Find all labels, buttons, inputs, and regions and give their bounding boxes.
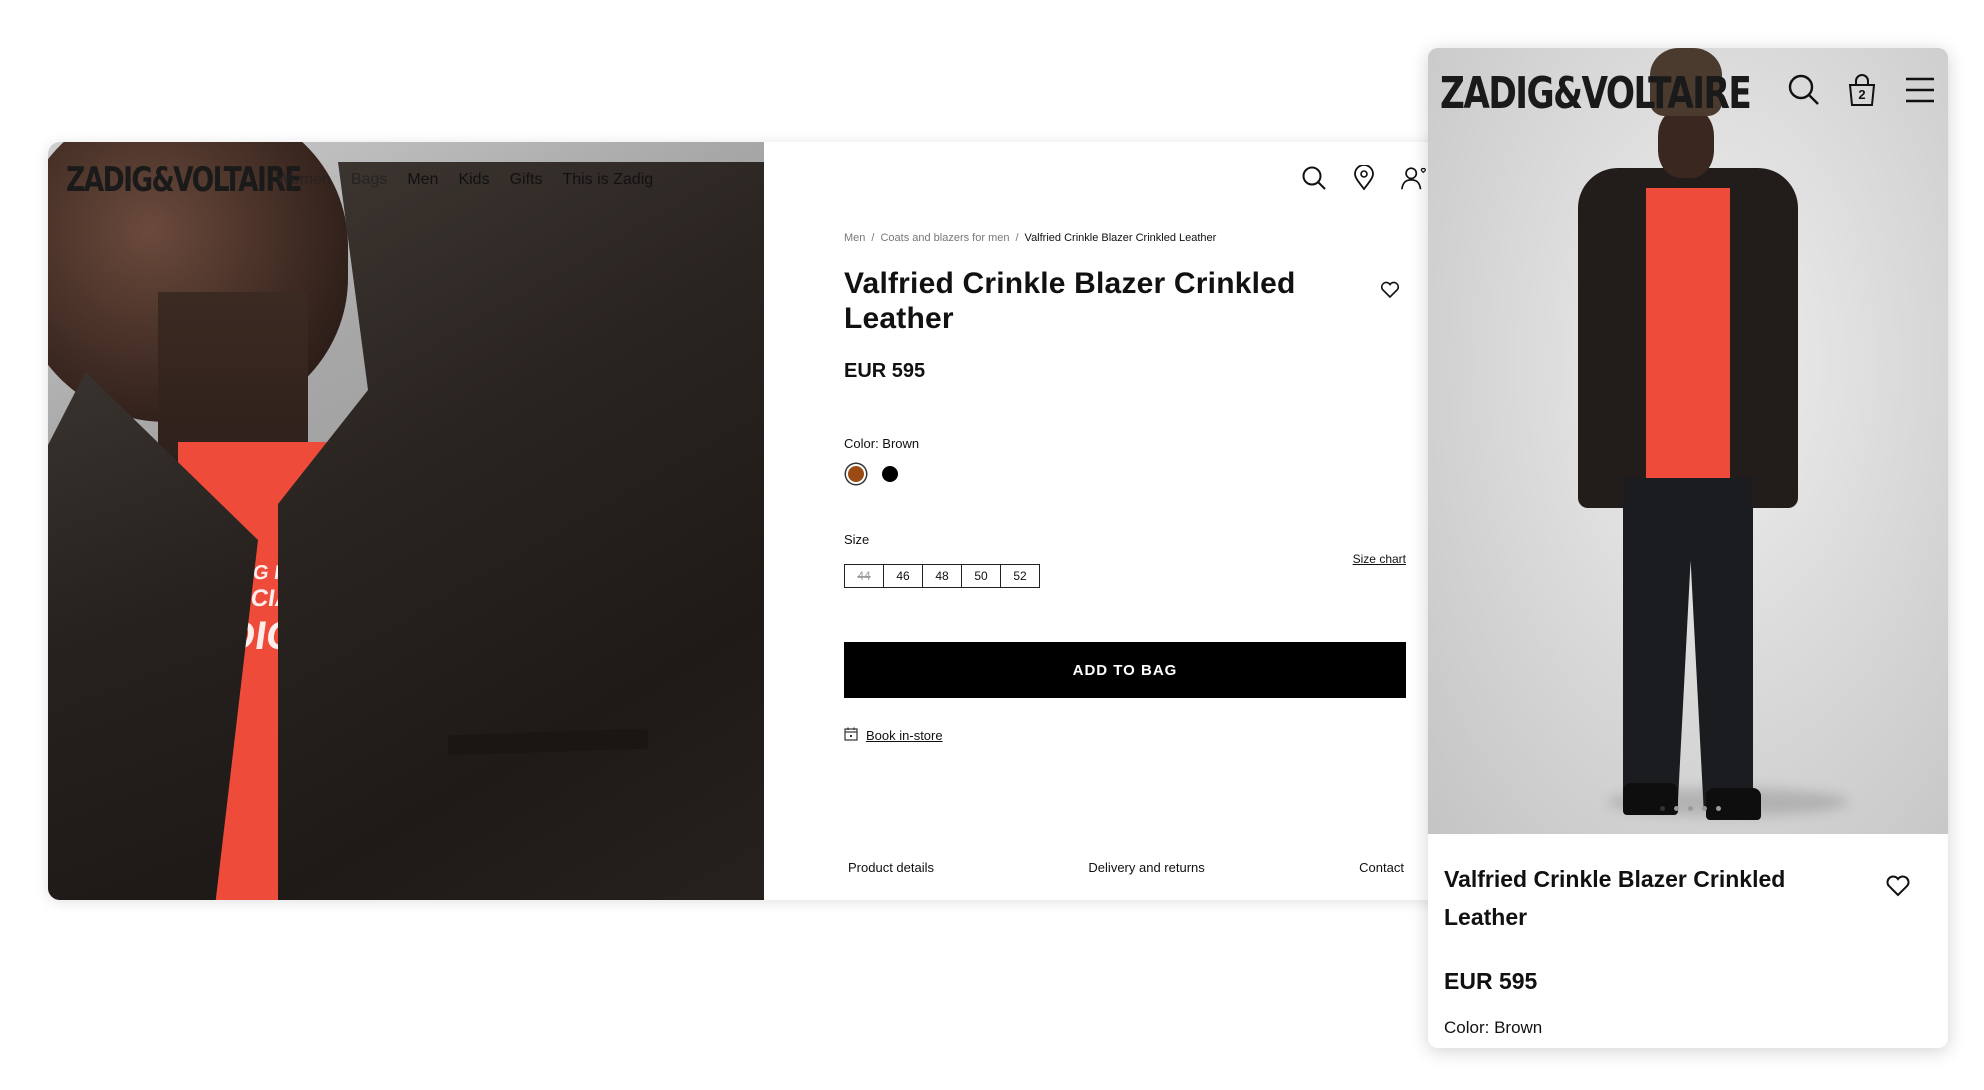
size-option-52[interactable]: 52 bbox=[1000, 564, 1040, 588]
calendar-icon bbox=[844, 727, 858, 744]
store-locator-icon[interactable] bbox=[1350, 164, 1378, 192]
size-chart-link[interactable]: Size chart bbox=[1353, 552, 1406, 566]
mobile-header: ZADIG&VOLTAIRE 2 bbox=[1428, 48, 1948, 138]
tab-contact[interactable]: Contact bbox=[1359, 860, 1404, 875]
size-option-50[interactable]: 50 bbox=[961, 564, 1001, 588]
bag-icon[interactable]: 2 bbox=[1844, 72, 1880, 108]
account-wishlist-icon[interactable] bbox=[1400, 164, 1428, 192]
mobile-product-info: Valfried Crinkle Blazer Crinkled Leather… bbox=[1428, 834, 1948, 1048]
size-selector: 44 46 48 50 52 bbox=[844, 564, 1040, 588]
main-navigation: ZADIG&VOLTAIRE Women Bags Men Kids Gifts… bbox=[66, 160, 653, 200]
brand-logo[interactable]: ZADIG&VOLTAIRE bbox=[66, 160, 302, 200]
color-swatches bbox=[844, 464, 898, 484]
product-title: Valfried Crinkle Blazer Crinkled Leather bbox=[844, 267, 1296, 335]
carousel-dot[interactable] bbox=[1660, 806, 1665, 811]
heart-icon[interactable] bbox=[1376, 276, 1404, 304]
color-swatch-brown[interactable] bbox=[846, 464, 866, 484]
search-icon[interactable] bbox=[1300, 164, 1328, 192]
size-option-46[interactable]: 46 bbox=[883, 564, 923, 588]
bag-count-badge: 2 bbox=[1858, 87, 1866, 102]
mobile-brand-logo[interactable]: ZADIG&VOLTAIRE bbox=[1440, 68, 1752, 119]
nav-item-kids[interactable]: Kids bbox=[458, 171, 489, 189]
book-in-store-label: Book in-store bbox=[866, 728, 943, 743]
carousel-dot[interactable] bbox=[1674, 806, 1679, 811]
breadcrumb-men[interactable]: Men bbox=[844, 232, 865, 244]
header-icons bbox=[1300, 164, 1428, 192]
tab-delivery-returns[interactable]: Delivery and returns bbox=[1088, 860, 1204, 875]
mobile-product-price: EUR 595 bbox=[1444, 968, 1538, 994]
mobile-product-page: ZADIG&VOLTAIRE 2 Valfried Crinkle Blazer… bbox=[1428, 48, 1948, 1048]
mobile-color-label: Color: Brown bbox=[1444, 1018, 1543, 1037]
heart-icon[interactable] bbox=[1884, 872, 1912, 900]
nav-item-this-is-zadig[interactable]: This is Zadig bbox=[562, 171, 653, 189]
book-in-store-link[interactable]: Book in-store bbox=[844, 727, 943, 744]
size-option-44[interactable]: 44 bbox=[844, 564, 884, 588]
product-hero-image: ZADIG PRE SPECIAL I ADIG & V bbox=[48, 142, 764, 900]
carousel-dot[interactable] bbox=[1688, 806, 1693, 811]
carousel-dot[interactable] bbox=[1702, 806, 1707, 811]
carousel-pagination bbox=[1660, 806, 1721, 811]
mobile-product-image[interactable] bbox=[1428, 48, 1948, 834]
tab-product-details[interactable]: Product details bbox=[848, 860, 934, 875]
desktop-product-page: ZADIG PRE SPECIAL I ADIG & V ZADIG&VOLTA… bbox=[48, 142, 1448, 900]
product-price: EUR 595 bbox=[844, 360, 926, 382]
nav-item-women[interactable]: Women bbox=[276, 171, 331, 189]
breadcrumb: Men / Coats and blazers for men / Valfried C… bbox=[844, 232, 1217, 244]
nav-item-men[interactable]: Men bbox=[407, 171, 438, 189]
mobile-product-title: Valfried Crinkle Blazer Crinkled Leather bbox=[1444, 866, 1786, 930]
nav-item-gifts[interactable]: Gifts bbox=[510, 171, 543, 189]
breadcrumb-current: Valfried Crinkle Blazer Crinkled Leather bbox=[1024, 232, 1217, 244]
menu-icon[interactable] bbox=[1902, 72, 1938, 108]
color-swatch-black[interactable] bbox=[882, 466, 898, 482]
breadcrumb-coats[interactable]: Coats and blazers for men bbox=[880, 232, 1009, 244]
add-to-bag-button[interactable]: ADD TO BAG bbox=[844, 642, 1406, 698]
carousel-dot[interactable] bbox=[1716, 806, 1721, 811]
nav-item-bags[interactable]: Bags bbox=[351, 171, 387, 189]
color-label: Color: Brown bbox=[844, 436, 920, 451]
size-label: Size bbox=[844, 532, 870, 547]
size-option-48[interactable]: 48 bbox=[922, 564, 962, 588]
search-icon[interactable] bbox=[1786, 72, 1822, 108]
product-info-tabs: Product details Delivery and returns Con… bbox=[848, 860, 1404, 875]
